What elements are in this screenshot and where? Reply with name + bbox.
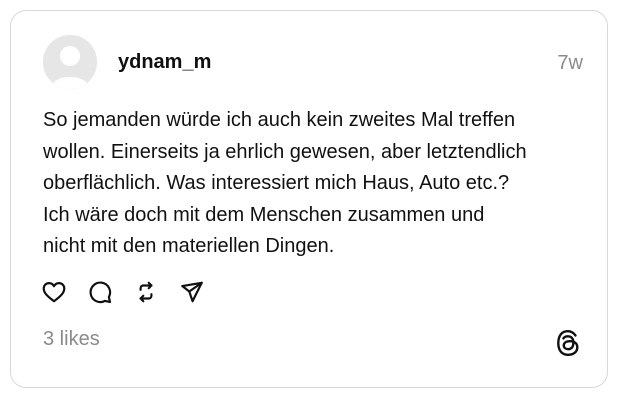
- heart-icon: [42, 282, 66, 303]
- username[interactable]: ydnam_m: [118, 50, 211, 74]
- share-button[interactable]: [179, 279, 205, 305]
- post-timestamp: 7w: [557, 52, 583, 74]
- likes-count[interactable]: 3 likes: [43, 327, 100, 351]
- threads-logo-icon[interactable]: [555, 329, 581, 357]
- comment-icon: [89, 281, 112, 304]
- repost-button[interactable]: [133, 279, 159, 305]
- like-button[interactable]: [41, 279, 67, 305]
- post-card: ydnam_m 7w So jemanden würde ich auch ke…: [10, 10, 608, 388]
- post-text: So jemanden würde ich auch kein zweites …: [43, 109, 527, 257]
- post-actions: [41, 279, 225, 305]
- default-avatar-icon: [43, 35, 97, 89]
- comment-button[interactable]: [87, 279, 113, 305]
- share-icon: [181, 281, 203, 303]
- avatar[interactable]: [43, 35, 97, 89]
- repost-icon: [139, 281, 153, 303]
